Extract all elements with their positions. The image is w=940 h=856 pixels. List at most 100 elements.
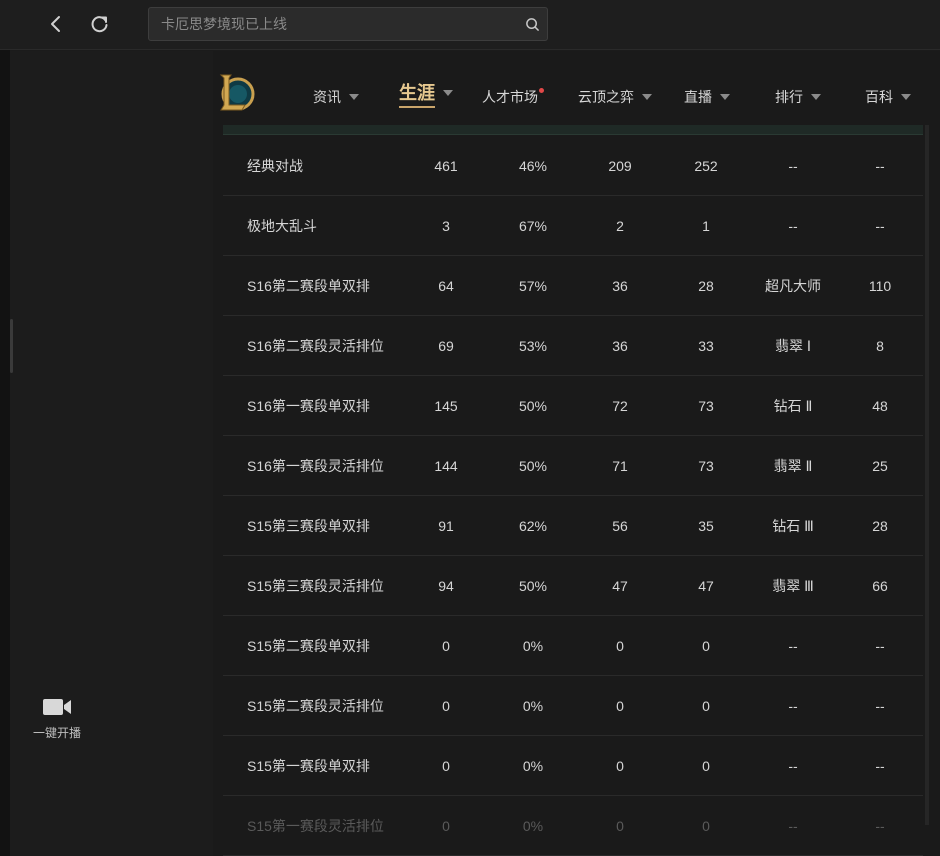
chevron-down-icon — [642, 94, 652, 100]
nav-item-career[interactable]: 生涯 — [399, 81, 453, 108]
mode-cell: S16第二赛段单双排 — [247, 278, 370, 294]
table-row: S16第二赛段灵活排位 69 53% 36 33 翡翠 Ⅰ 8 — [223, 316, 923, 376]
chevron-down-icon — [811, 94, 821, 100]
rank-cell: 钻石 Ⅱ — [773, 398, 813, 414]
wins-cell: 0 — [616, 818, 624, 834]
points-cell: -- — [875, 638, 885, 654]
main-nav: 资讯 生涯 人才市场 云顶之弈 直播 排行 百科 — [213, 51, 940, 125]
rank-cell: 钻石 Ⅲ — [772, 518, 814, 534]
back-button[interactable] — [42, 10, 70, 38]
mode-cell: S15第三赛段单双排 — [247, 518, 370, 534]
wins-cell: 36 — [612, 338, 628, 354]
rank-cell: 翡翠 Ⅲ — [772, 578, 814, 594]
points-cell: -- — [875, 758, 885, 774]
points-cell: 110 — [868, 278, 892, 294]
main-scrollbar[interactable] — [925, 125, 929, 825]
total-games-cell: 64 — [438, 278, 454, 294]
nav-item-talent-market[interactable]: 人才市场 — [482, 85, 544, 109]
points-cell: -- — [875, 818, 885, 834]
nav-item-tft[interactable]: 云顶之弈 — [578, 85, 652, 109]
nav-item-ranking[interactable]: 排行 — [775, 85, 821, 109]
win-rate-cell: 0% — [522, 758, 544, 774]
win-rate-cell: 50% — [518, 458, 548, 474]
search-icon[interactable] — [517, 9, 547, 39]
rank-cell: -- — [788, 218, 798, 234]
losses-cell: 252 — [694, 158, 718, 174]
total-games-cell: 145 — [434, 398, 458, 414]
nav-item-wiki[interactable]: 百科 — [865, 85, 911, 109]
notification-dot — [539, 87, 544, 93]
table-row: S15第三赛段灵活排位 94 50% 47 47 翡翠 Ⅲ 66 — [223, 556, 923, 616]
table-row: S15第二赛段单双排 0 0% 0 0 -- -- — [223, 616, 923, 676]
losses-cell: 33 — [698, 338, 714, 354]
total-games-cell: 461 — [434, 158, 458, 174]
mode-cell: S15第二赛段灵活排位 — [247, 698, 384, 714]
stats-table: 经典对战 461 46% 209 252 -- -- 极地大乱斗 3 67% 2 1 -- -- S16第二… — [223, 125, 923, 856]
wins-cell: 2 — [616, 218, 624, 234]
mode-cell: S16第二赛段灵活排位 — [247, 338, 384, 354]
losses-cell: 0 — [702, 698, 710, 714]
table-row: S15第一赛段灵活排位 0 0% 0 0 -- -- — [223, 796, 923, 856]
rank-cell: -- — [788, 758, 798, 774]
table-row: S16第一赛段灵活排位 144 50% 71 73 翡翠 Ⅱ 25 — [223, 436, 923, 496]
start-live-button[interactable]: 一键开播 — [20, 696, 94, 748]
refresh-icon — [91, 16, 108, 33]
mode-cell: S16第一赛段单双排 — [247, 398, 370, 414]
window-edge — [0, 0, 10, 856]
win-rate-cell: 0% — [522, 638, 544, 654]
main-content: 资讯 生涯 人才市场 云顶之弈 直播 排行 百科 经典对战 461 46% 209 25… — [213, 51, 940, 856]
losses-cell: 0 — [702, 638, 710, 654]
table-row: S15第一赛段单双排 0 0% 0 0 -- -- — [223, 736, 923, 796]
table-row: S15第二赛段灵活排位 0 0% 0 0 -- -- — [223, 676, 923, 736]
win-rate-cell: 0% — [522, 818, 544, 834]
win-rate-cell: 46% — [518, 158, 548, 174]
search-input[interactable] — [149, 8, 517, 40]
nav-item-news[interactable]: 资讯 — [313, 85, 359, 109]
points-cell: -- — [875, 218, 885, 234]
chevron-down-icon — [720, 94, 730, 100]
win-rate-cell: 50% — [518, 398, 548, 414]
win-rate-cell: 57% — [518, 278, 548, 294]
losses-cell: 1 — [702, 218, 710, 234]
points-cell: -- — [875, 698, 885, 714]
losses-cell: 47 — [698, 578, 714, 594]
win-rate-cell: 62% — [518, 518, 548, 534]
points-cell: 48 — [872, 398, 888, 414]
rank-cell: -- — [788, 818, 798, 834]
win-rate-cell: 0% — [522, 698, 544, 714]
losses-cell: 73 — [698, 398, 714, 414]
points-cell: 28 — [872, 518, 888, 534]
sidebar-scroll-handle[interactable] — [10, 319, 13, 373]
table-row: S15第三赛段单双排 91 62% 56 35 钻石 Ⅲ 28 — [223, 496, 923, 556]
wins-cell: 0 — [616, 758, 624, 774]
total-games-cell: 94 — [438, 578, 454, 594]
table-row: 经典对战 461 46% 209 252 -- -- — [223, 136, 923, 196]
losses-cell: 28 — [698, 278, 714, 294]
win-rate-cell: 53% — [518, 338, 548, 354]
wins-cell: 47 — [612, 578, 628, 594]
search-bar — [148, 7, 548, 41]
points-cell: 25 — [872, 458, 888, 474]
points-cell: 66 — [872, 578, 888, 594]
wins-cell: 71 — [612, 458, 628, 474]
total-games-cell: 0 — [442, 818, 450, 834]
wins-cell: 0 — [616, 698, 624, 714]
total-games-cell: 69 — [438, 338, 454, 354]
win-rate-cell: 50% — [518, 578, 548, 594]
points-cell: 8 — [876, 338, 884, 354]
refresh-button[interactable] — [86, 10, 114, 38]
league-logo-icon — [219, 74, 255, 111]
mode-cell: S15第一赛段单双排 — [247, 758, 370, 774]
start-live-label: 一键开播 — [32, 726, 81, 740]
chevron-down-icon — [443, 90, 453, 96]
top-bar — [0, 0, 940, 50]
mode-cell: 极地大乱斗 — [247, 218, 317, 234]
nav-item-live[interactable]: 直播 — [684, 85, 730, 109]
table-row: S16第一赛段单双排 145 50% 72 73 钻石 Ⅱ 48 — [223, 376, 923, 436]
rank-cell: 翡翠 Ⅰ — [774, 338, 812, 354]
table-row: 极地大乱斗 3 67% 2 1 -- -- — [223, 196, 923, 256]
table-header — [223, 125, 923, 135]
table-row: S16第二赛段单双排 64 57% 36 28 超凡大师 110 — [223, 256, 923, 316]
total-games-cell: 0 — [442, 758, 450, 774]
rank-cell: 超凡大师 — [765, 278, 821, 294]
